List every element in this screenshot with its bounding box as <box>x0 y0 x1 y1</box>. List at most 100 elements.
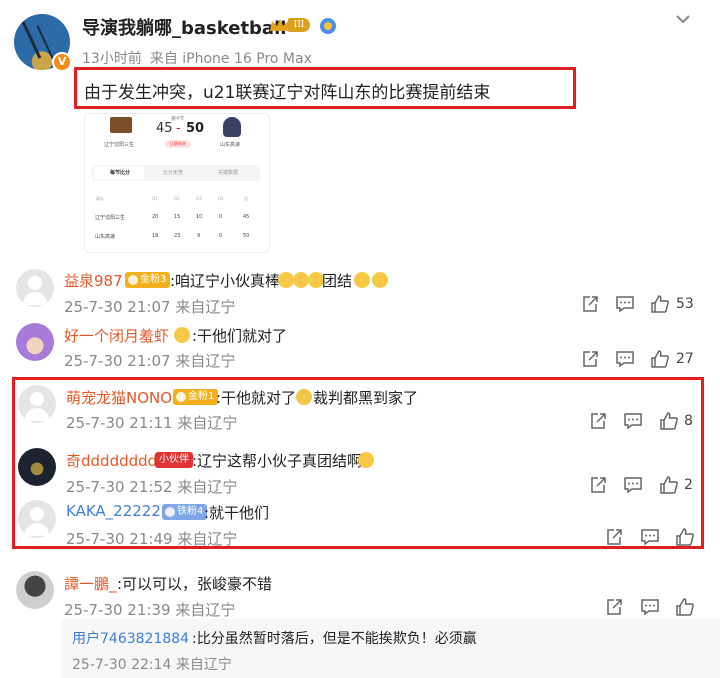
sb-header: Q3 <box>196 196 202 201</box>
like-icon[interactable] <box>650 349 670 369</box>
like-icon[interactable] <box>650 294 670 314</box>
like-icon[interactable] <box>659 475 679 495</box>
like-count: 53 <box>676 296 694 312</box>
team-name-right: 山东高速 <box>220 142 241 148</box>
commenter-name[interactable]: 益泉987 <box>64 270 123 291</box>
team-name-left: 辽宁沈阳三生 <box>104 142 135 148</box>
sb-q3: 10 <box>196 214 203 220</box>
sb-header: 球队 <box>96 196 104 201</box>
commenter-name[interactable]: KAKA_22222 <box>66 502 161 520</box>
verification-icon <box>320 18 336 34</box>
like-count: 27 <box>676 351 694 367</box>
share-icon[interactable] <box>588 475 608 495</box>
sb-q2: 15 <box>174 214 181 220</box>
sb-team: 辽宁沈阳三生 <box>95 215 126 221</box>
share-icon[interactable] <box>580 349 600 369</box>
share-icon[interactable] <box>588 411 608 431</box>
score-right: 50 <box>186 121 205 136</box>
game-status-badge: 比赛结束 <box>165 140 191 148</box>
team-logo-liaoning <box>110 117 132 133</box>
thumbs-up-emoji-icon <box>354 272 370 288</box>
tab-score-trend[interactable]: 比分走势 <box>163 169 183 176</box>
commenter-avatar[interactable] <box>16 323 54 361</box>
sb-q3: 9 <box>197 233 201 239</box>
post-text: 由于发生冲突，u21联赛辽宁对阵山东的比赛提前结束 <box>84 83 491 103</box>
comment-text: :可以可以，张峻豪不错 <box>117 575 273 593</box>
commenter-avatar[interactable] <box>16 571 54 609</box>
sb-total: 45 <box>243 214 250 220</box>
comment-meta: 25-7-30 21:11 来自辽宁 <box>66 412 237 433</box>
comment-icon[interactable] <box>640 597 660 617</box>
laughing-emoji-icon <box>296 389 312 405</box>
comment-text: :辽宁这帮小伙子真团结啊 <box>192 452 363 470</box>
thumbs-up-emoji-icon <box>372 272 388 288</box>
share-icon[interactable] <box>580 294 600 314</box>
comment-icon[interactable] <box>640 527 660 547</box>
reply-date: 25-7-30 22:14 <box>72 657 172 673</box>
comment-icon[interactable] <box>623 411 643 431</box>
sb-header: 总 <box>244 196 248 201</box>
like-count: 8 <box>684 413 693 429</box>
comment-date: 25-7-30 21:49 <box>66 530 173 548</box>
comment-location: 来自辽宁 <box>175 601 236 619</box>
sb-q1: 20 <box>152 214 159 220</box>
sb-header: Q1 <box>152 196 158 201</box>
fan-emoji-icon <box>174 327 190 343</box>
comment-icon[interactable] <box>615 349 635 369</box>
like-icon[interactable] <box>675 597 695 617</box>
commenter-avatar[interactable] <box>18 500 56 538</box>
reply-meta: 25-7-30 22:14 来自辽宁 <box>72 654 232 674</box>
commenter-name[interactable]: 奇dddddddd <box>66 450 157 471</box>
comment-icon[interactable] <box>623 475 643 495</box>
commenter-name[interactable]: 好一个闭月羞虾 <box>64 325 169 346</box>
comment-meta: 25-7-30 21:49 来自辽宁 <box>66 528 237 549</box>
comment-location: 来自辽宁 <box>175 298 236 316</box>
commenter-name[interactable]: 萌宠龙猫NONO <box>66 387 172 408</box>
tab-key-stats[interactable]: 关键数据 <box>218 169 238 176</box>
like-icon[interactable] <box>675 527 695 547</box>
comment-meta: 25-7-30 21:39 来自辽宁 <box>64 599 235 620</box>
share-icon[interactable] <box>604 527 624 547</box>
comment-icon[interactable] <box>615 294 635 314</box>
like-icon[interactable] <box>659 411 679 431</box>
comment-text-tail: 裁判都黑到家了 <box>313 389 419 407</box>
comment-text: :干他们就对了 <box>192 327 288 345</box>
post-meta: 13小时前 来自 iPhone 16 Pro Max <box>82 48 312 68</box>
chevron-down-icon[interactable] <box>672 8 694 30</box>
sb-header: Q4 <box>218 196 224 201</box>
comment-meta: 25-7-30 21:52 来自辽宁 <box>66 476 237 497</box>
comment-location: 来自辽宁 <box>177 478 238 496</box>
commenter-avatar[interactable] <box>18 385 56 423</box>
fan-badge: 铁粉4 <box>162 504 208 520</box>
author-name[interactable]: 导演我躺哪_basketball <box>82 14 286 40</box>
fan-badge: 金粉1 <box>173 389 219 405</box>
verified-v-badge: V <box>52 52 72 72</box>
reply-author[interactable]: 用户7463821884 <box>72 628 189 648</box>
comment-meta: 25-7-30 21:07 来自辽宁 <box>64 296 235 317</box>
tab-quarter-scores[interactable]: 每节比分 <box>110 169 130 176</box>
commenter-avatar[interactable] <box>16 269 54 307</box>
thumbs-up-emoji-icon <box>358 452 374 468</box>
sb-total: 50 <box>243 233 250 239</box>
comment-date: 25-7-30 21:07 <box>64 352 171 370</box>
commenter-avatar[interactable] <box>18 448 56 486</box>
thumbs-up-emoji-icon <box>293 272 309 288</box>
comment-location: 来自辽宁 <box>177 530 238 548</box>
share-icon[interactable] <box>604 597 624 617</box>
comment-date: 25-7-30 21:52 <box>66 478 173 496</box>
fan-badge: 金粉3 <box>125 272 171 288</box>
sb-team: 山东高速 <box>95 234 116 240</box>
post-time: 13小时前 <box>82 51 142 67</box>
sb-q2: 23 <box>174 233 181 239</box>
reply-location: 来自辽宁 <box>175 657 232 673</box>
comment-text: :就干他们 <box>204 504 270 522</box>
commenter-name[interactable]: 譚一鵬_ <box>64 573 117 594</box>
comment-location: 来自辽宁 <box>175 352 236 370</box>
comment-text-tail: 团结 <box>322 272 353 290</box>
sb-q1: 18 <box>152 233 159 239</box>
comment-text: :咱辽宁小伙真棒 <box>170 272 281 290</box>
comment-location: 来自辽宁 <box>177 414 238 432</box>
comment-date: 25-7-30 21:39 <box>64 601 171 619</box>
sb-q4: 0 <box>219 233 223 239</box>
like-count: 2 <box>684 477 693 493</box>
